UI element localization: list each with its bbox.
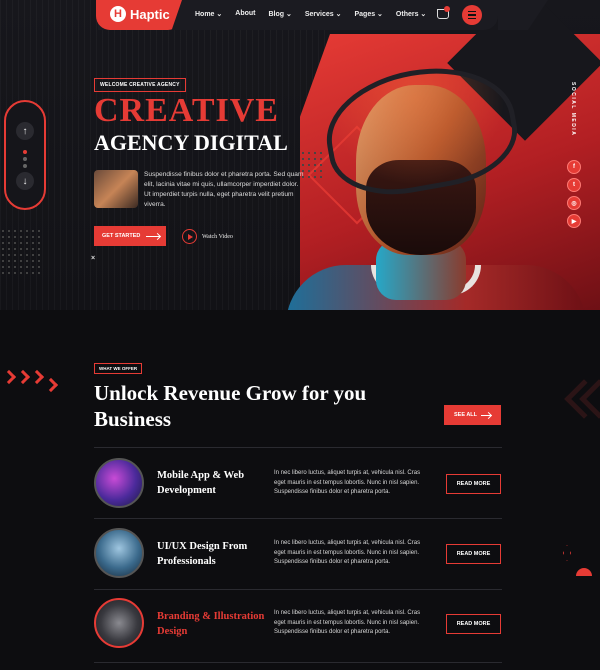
instagram-icon[interactable]: ◎: [567, 196, 581, 210]
twitter-icon[interactable]: t: [567, 178, 581, 192]
facebook-icon[interactable]: f: [567, 160, 581, 174]
hero-thumbnail-image: [94, 170, 138, 208]
social-media-label: SOCIAL MEDIA: [570, 82, 576, 137]
main-menu: Home ⌄ About Blog ⌄ Services ⌄ Pages ⌄ O…: [195, 10, 426, 18]
logo-icon: H: [110, 6, 126, 22]
slider-up-button[interactable]: ↑: [16, 122, 34, 140]
youtube-icon[interactable]: ▶: [567, 214, 581, 228]
play-icon: [182, 229, 197, 244]
service-image-mobile-app: [94, 458, 144, 508]
divider: [94, 447, 502, 448]
logo[interactable]: H Haptic: [110, 6, 170, 22]
slider-dot[interactable]: [23, 150, 27, 154]
menu-item-home[interactable]: Home ⌄: [195, 10, 222, 18]
arrow-right-icon: [481, 414, 492, 416]
service-description: In nec libero luctus, aliquet turpis at,…: [274, 610, 421, 635]
divider: [94, 662, 502, 663]
read-more-button[interactable]: READ MORE: [446, 544, 501, 564]
service-title[interactable]: UI/UX Design From Professionals: [157, 539, 267, 569]
menu-toggle-button[interactable]: [462, 5, 482, 25]
menu-item-blog[interactable]: Blog ⌄: [268, 10, 291, 18]
menu-item-about[interactable]: About: [235, 10, 255, 18]
hero-section: WELCOME CREATIVE AGENCY CREATIVE AGENCY …: [0, 0, 600, 310]
service-description: In nec libero luctus, aliquet turpis at,…: [274, 540, 421, 565]
menu-item-services[interactable]: Services ⌄: [305, 10, 342, 18]
slider-dot[interactable]: [23, 164, 27, 168]
divider: [94, 589, 502, 590]
divider: [94, 518, 502, 519]
menu-item-others[interactable]: Others ⌄: [396, 10, 426, 18]
service-title[interactable]: Mobile App & Web Development: [157, 468, 267, 498]
close-icon[interactable]: ×: [91, 255, 95, 262]
get-started-button[interactable]: GET STARTED: [94, 226, 166, 246]
decor-dots: [0, 228, 40, 278]
hero-badge: WELCOME CREATIVE AGENCY: [94, 78, 186, 92]
service-description: In nec libero luctus, aliquet turpis at,…: [274, 470, 421, 495]
slider-dots: [23, 150, 27, 168]
services-badge: WHAT WE OFFER: [94, 363, 143, 374]
service-image-branding: [94, 598, 144, 648]
slider-down-button[interactable]: ↓: [16, 172, 34, 190]
slider-dot[interactable]: [23, 157, 27, 161]
cart-badge: [444, 6, 450, 12]
portrait-visor: [317, 54, 525, 206]
arrow-right-icon: [146, 235, 161, 237]
services-title: Unlock Revenue Grow for you Business: [94, 381, 367, 431]
service-image-uiux: [94, 528, 144, 578]
hero-title-creative: CREATIVE: [94, 92, 279, 129]
watch-video-label: Watch Video: [202, 233, 233, 240]
menu-item-pages[interactable]: Pages ⌄: [354, 10, 382, 18]
get-started-label: GET STARTED: [102, 233, 141, 239]
hero-title-agency: AGENCY DIGITAL: [94, 130, 288, 155]
see-all-label: SEE ALL: [453, 412, 478, 418]
read-more-button[interactable]: READ MORE: [446, 474, 501, 494]
hero-portrait-image: [286, 50, 586, 310]
hero-slider-control: ↑ ↓: [4, 100, 46, 210]
service-title[interactable]: Branding & Illustration Design: [157, 609, 267, 639]
logo-text: Haptic: [130, 6, 170, 22]
see-all-button[interactable]: SEE ALL: [444, 405, 501, 425]
read-more-button[interactable]: READ MORE: [446, 614, 501, 634]
hero-description: Suspendisse finibus dolor et pharetra po…: [144, 171, 304, 208]
watch-video-button[interactable]: Watch Video: [182, 229, 233, 244]
